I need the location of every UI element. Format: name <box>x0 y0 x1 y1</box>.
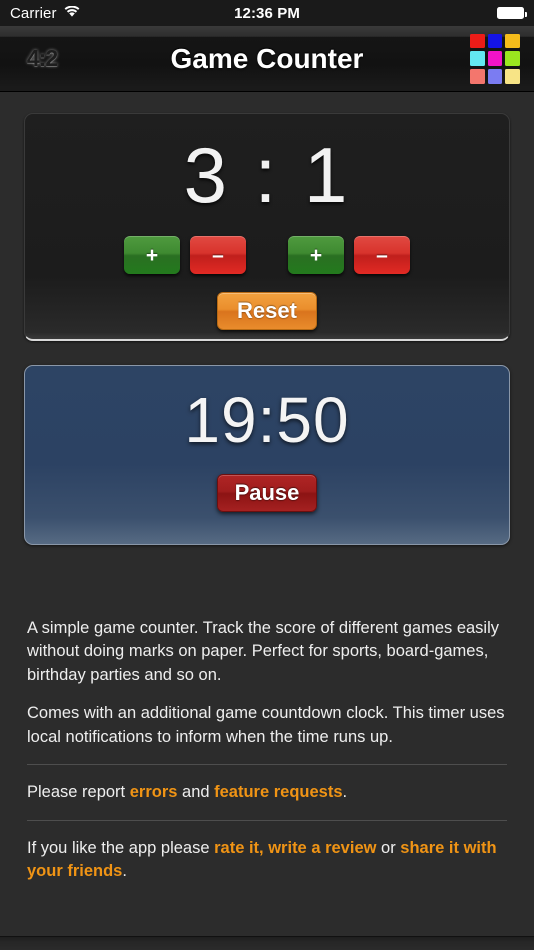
reset-button[interactable]: Reset <box>217 292 317 330</box>
rate-review-link[interactable]: rate it, write a review <box>214 839 376 857</box>
report-paragraph: Please report errors and feature request… <box>27 781 507 804</box>
status-bar: Carrier 12:36 PM <box>0 0 534 26</box>
color-swatch <box>470 51 485 66</box>
bottom-toolbar <box>0 936 534 950</box>
divider <box>27 819 507 821</box>
minus-icon: – <box>376 243 388 267</box>
score-panel: 3 : 1 + – + – Reset <box>24 113 510 341</box>
countdown-display: 19:50 <box>184 384 350 456</box>
like-suffix-text: . <box>122 861 127 880</box>
report-prefix-text: Please report <box>27 783 130 802</box>
plus-icon: + <box>309 243 323 267</box>
feature-requests-link[interactable]: feature requests <box>214 783 342 801</box>
minus-icon: – <box>212 243 224 267</box>
home-decrement-button[interactable]: – <box>190 236 246 274</box>
status-bar-clock: 12:36 PM <box>234 4 300 22</box>
color-swatch <box>487 51 503 66</box>
color-swatch <box>470 68 485 84</box>
status-bar-right <box>497 7 527 19</box>
main-content: 3 : 1 + – + – Reset 19:50 Pause A simple… <box>0 113 534 883</box>
report-middle-text: and <box>177 783 215 802</box>
navigation-bar: 4:2 Game Counter <box>0 26 534 92</box>
errors-link[interactable]: errors <box>130 783 178 801</box>
description-paragraph-2: Comes with an additional game countdown … <box>27 704 505 746</box>
battery-full-icon <box>497 7 527 19</box>
pause-button[interactable]: Pause <box>217 474 317 512</box>
color-swatch <box>470 33 485 49</box>
carrier-label: Carrier <box>10 4 57 22</box>
away-increment-button[interactable]: + <box>288 236 344 274</box>
color-swatch <box>505 51 520 66</box>
color-swatch <box>505 68 520 84</box>
app-logo-label: 4:2 <box>26 45 58 71</box>
divider <box>27 764 507 766</box>
app-logo-icon[interactable]: 4:2 <box>16 42 68 76</box>
like-middle-text: or <box>376 838 401 857</box>
color-swatch <box>487 33 503 49</box>
status-bar-left: Carrier <box>10 5 80 22</box>
like-paragraph: If you like the app please rate it, writ… <box>27 837 507 884</box>
description-paragraph-1: A simple game counter. Track the score o… <box>27 619 500 684</box>
description-section: A simple game counter. Track the score o… <box>24 617 510 883</box>
color-swatch <box>487 68 503 84</box>
wifi-icon <box>64 5 80 22</box>
plus-icon: + <box>145 243 159 267</box>
color-grid-icon[interactable] <box>470 33 520 84</box>
report-suffix-text: . <box>342 783 348 802</box>
score-buttons-row: + – + – <box>124 236 410 274</box>
score-display: 3 : 1 <box>183 131 351 219</box>
home-increment-button[interactable]: + <box>124 236 180 274</box>
like-prefix-text: If you like the app please <box>27 838 215 857</box>
timer-panel: 19:50 Pause <box>24 365 510 545</box>
color-swatch <box>505 33 520 49</box>
away-decrement-button[interactable]: – <box>354 236 410 274</box>
page-title: Game Counter <box>170 42 364 74</box>
